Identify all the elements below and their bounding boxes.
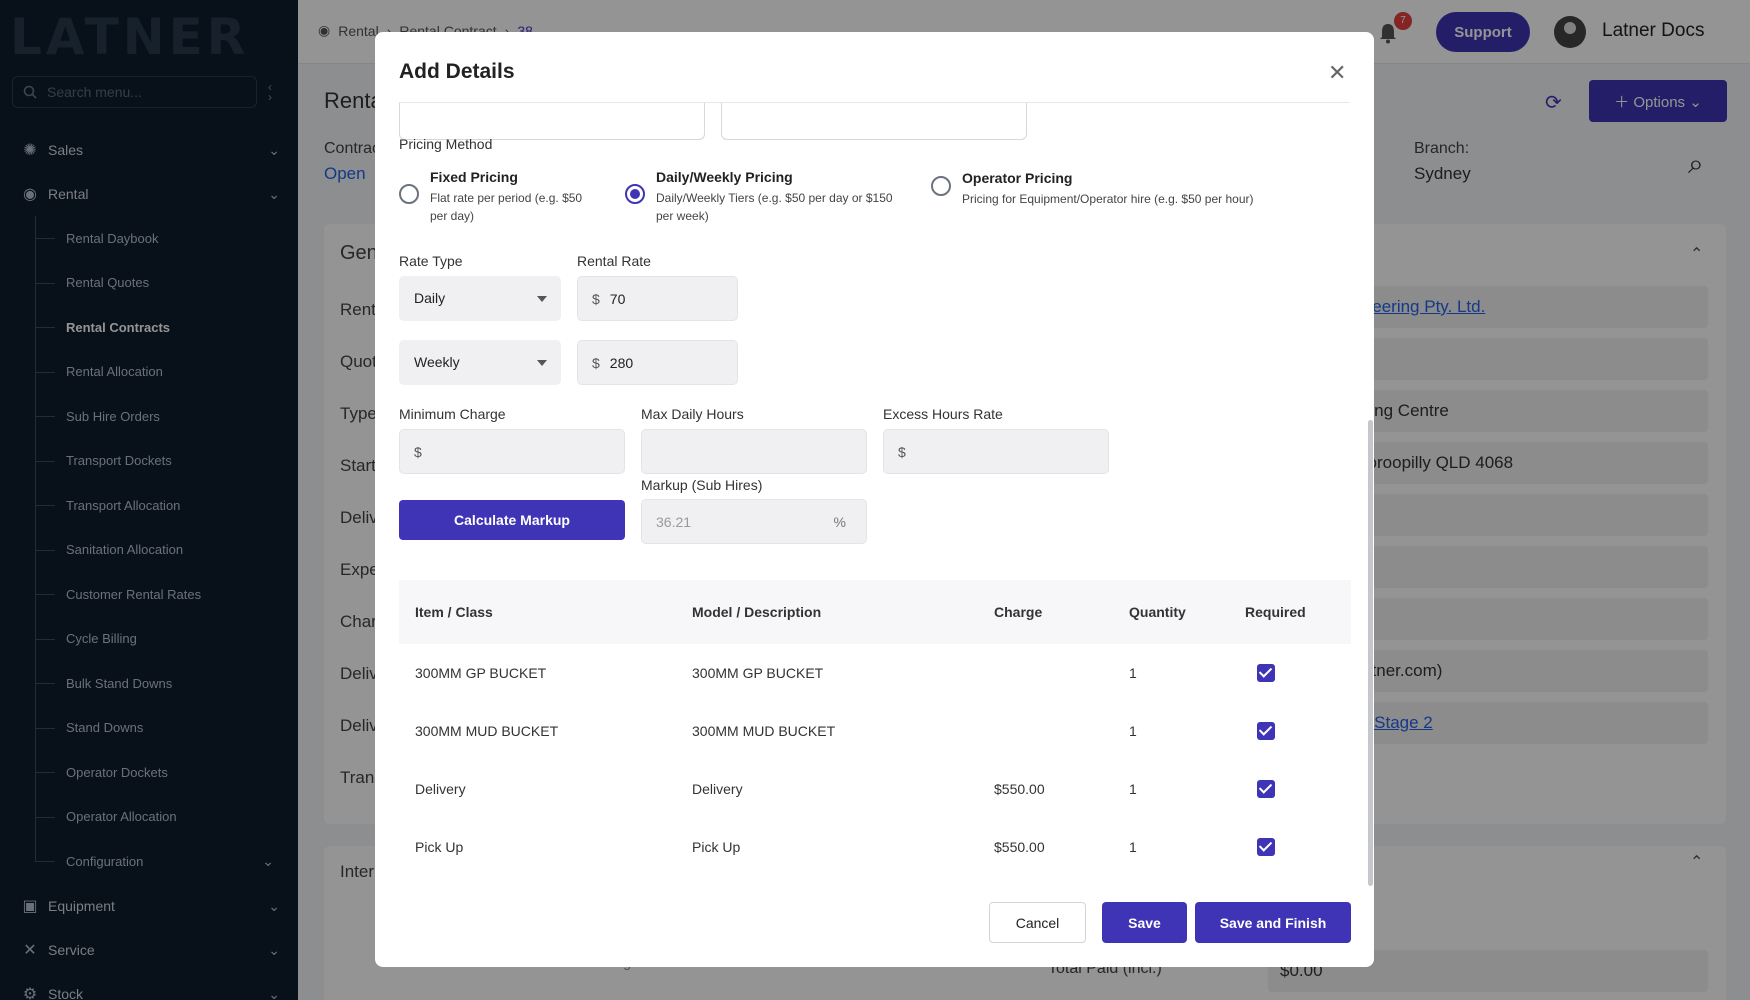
rate-type-select-daily[interactable]: Daily: [399, 276, 561, 321]
required-checkbox[interactable]: [1257, 664, 1275, 682]
cell-charge: $550.00: [994, 839, 1045, 855]
cell-model: 300MM GP BUCKET: [692, 665, 824, 681]
scrolled-field: [721, 102, 1027, 140]
save-and-finish-button[interactable]: Save and Finish: [1195, 902, 1351, 943]
calculate-markup-button[interactable]: Calculate Markup: [399, 500, 625, 540]
cell-model: Pick Up: [692, 839, 741, 855]
daily-weekly-pricing-desc: Daily/Weekly Tiers (e.g. $50 per day or …: [656, 191, 893, 223]
table-row: Delivery Delivery $550.00 1: [399, 760, 1351, 818]
excess-hours-rate-input[interactable]: $: [883, 429, 1109, 474]
rate-value: 70: [609, 290, 626, 307]
divider: [399, 102, 1350, 103]
close-icon[interactable]: ✕: [1328, 60, 1346, 86]
currency-prefix: $: [414, 443, 422, 460]
header-required: Required: [1245, 604, 1306, 620]
caret-down-icon: [537, 360, 547, 366]
cell-item: 300MM MUD BUCKET: [415, 723, 559, 739]
cell-model: Delivery: [692, 781, 743, 797]
save-button[interactable]: Save: [1102, 902, 1187, 943]
operator-pricing-title: Operator Pricing: [962, 170, 1073, 186]
caret-down-icon: [537, 296, 547, 302]
table-row: 300MM GP BUCKET 300MM GP BUCKET 1: [399, 644, 1351, 702]
scrolled-field: [399, 102, 705, 140]
daily-weekly-pricing-title: Daily/Weekly Pricing: [656, 169, 793, 185]
header-model-description: Model / Description: [692, 604, 822, 620]
table-header: Item / Class Model / Description Charge …: [399, 580, 1351, 644]
required-checkbox[interactable]: [1257, 838, 1275, 856]
rate-type-select-weekly[interactable]: Weekly: [399, 340, 561, 385]
modal-scrollbar[interactable]: [1368, 420, 1373, 886]
currency-prefix: $: [592, 290, 600, 307]
cell-item: 300MM GP BUCKET: [415, 665, 547, 681]
rate-value: 280: [609, 354, 634, 371]
cell-charge: $550.00: [994, 781, 1045, 797]
cell-quantity: 1: [1129, 723, 1137, 739]
rental-rate-input-daily[interactable]: $ 70: [577, 276, 738, 321]
add-details-modal: Add Details ✕ Pricing Method Fixed Prici…: [375, 32, 1374, 967]
cell-item: Pick Up: [415, 839, 464, 855]
max-daily-hours-input[interactable]: [641, 429, 867, 474]
cell-quantity: 1: [1129, 781, 1137, 797]
header-charge: Charge: [994, 604, 1043, 620]
rental-rate-label: Rental Rate: [577, 253, 651, 269]
minimum-charge-label: Minimum Charge: [399, 406, 506, 422]
rate-type-label: Rate Type: [399, 253, 463, 269]
cancel-button[interactable]: Cancel: [989, 902, 1086, 943]
items-table: Item / Class Model / Description Charge …: [399, 580, 1351, 876]
header-quantity: Quantity: [1129, 604, 1186, 620]
max-daily-hours-label: Max Daily Hours: [641, 406, 744, 422]
header-item-class: Item / Class: [415, 604, 493, 620]
cell-quantity: 1: [1129, 665, 1137, 681]
table-row: 300MM MUD BUCKET 300MM MUD BUCKET 1: [399, 702, 1351, 760]
excess-hours-rate-label: Excess Hours Rate: [883, 406, 1003, 422]
pricing-method-label: Pricing Method: [399, 136, 493, 152]
required-checkbox[interactable]: [1257, 780, 1275, 798]
cell-item: Delivery: [415, 781, 466, 797]
cell-model: 300MM MUD BUCKET: [692, 723, 836, 739]
percent-suffix: %: [833, 514, 846, 530]
modal-title: Add Details: [399, 60, 515, 83]
table-row: Pick Up Pick Up $550.00 1: [399, 818, 1351, 876]
minimum-charge-input[interactable]: $: [399, 429, 625, 474]
markup-input[interactable]: 36.21 %: [641, 499, 867, 544]
cell-quantity: 1: [1129, 839, 1137, 855]
radio-daily-weekly-pricing[interactable]: [625, 184, 645, 204]
fixed-pricing-desc: Flat rate per period (e.g. $50 per day): [430, 191, 583, 223]
rate-type-value: Daily: [414, 290, 446, 306]
fixed-pricing-title: Fixed Pricing: [430, 169, 518, 185]
rental-rate-input-weekly[interactable]: $ 280: [577, 340, 738, 385]
operator-pricing-desc: Pricing for Equipment/Operator hire (e.g…: [962, 192, 1254, 206]
rate-type-value: Weekly: [414, 354, 460, 370]
markup-value: 36.21: [656, 513, 692, 530]
radio-fixed-pricing[interactable]: [399, 184, 419, 204]
currency-prefix: $: [898, 443, 906, 460]
currency-prefix: $: [592, 354, 600, 371]
markup-label: Markup (Sub Hires): [641, 477, 763, 493]
required-checkbox[interactable]: [1257, 722, 1275, 740]
radio-operator-pricing[interactable]: [931, 176, 951, 196]
